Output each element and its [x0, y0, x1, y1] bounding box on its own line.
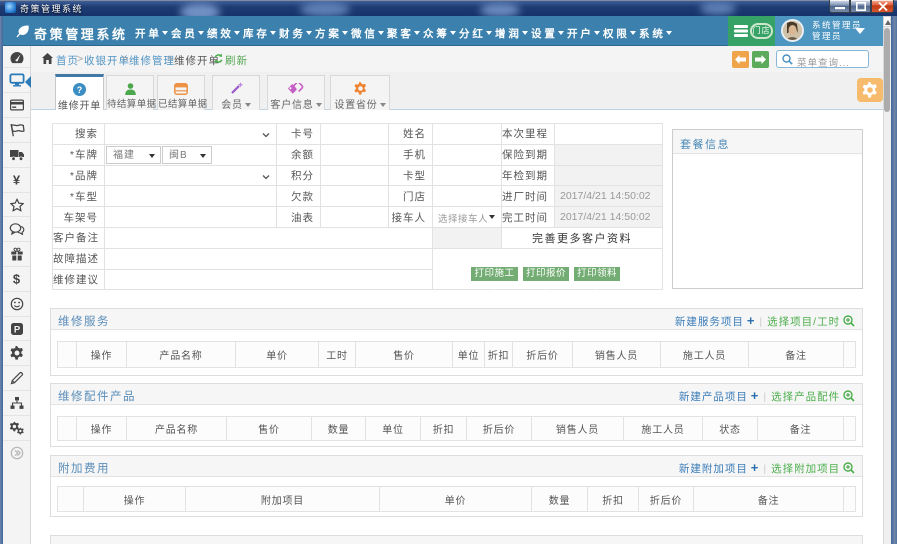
svg-text:P: P	[13, 324, 20, 335]
svg-text:?: ?	[77, 85, 83, 95]
